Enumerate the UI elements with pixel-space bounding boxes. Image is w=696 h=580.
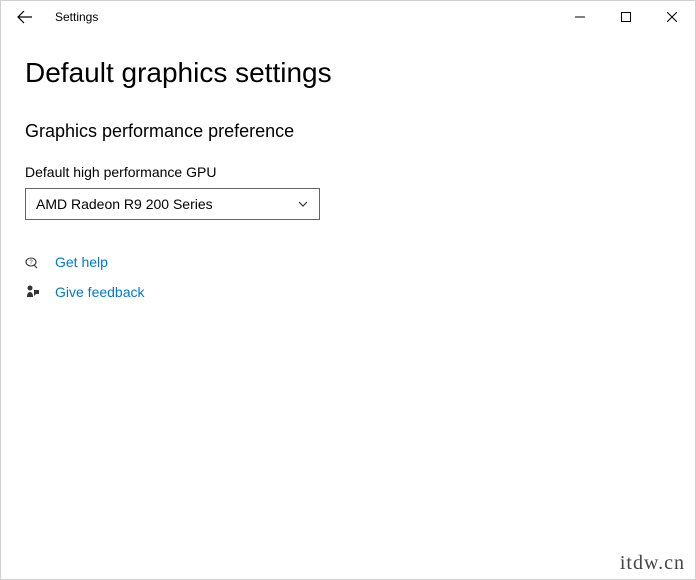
get-help-link[interactable]: Get help — [55, 254, 108, 270]
window-controls — [557, 1, 695, 33]
gpu-dropdown-value: AMD Radeon R9 200 Series — [36, 196, 297, 212]
titlebar: Settings — [1, 1, 695, 33]
close-button[interactable] — [649, 1, 695, 33]
give-feedback-link[interactable]: Give feedback — [55, 284, 145, 300]
app-title: Settings — [55, 10, 98, 24]
gpu-dropdown[interactable]: AMD Radeon R9 200 Series — [25, 188, 320, 220]
page-title: Default graphics settings — [25, 57, 671, 89]
close-icon — [667, 12, 677, 22]
maximize-icon — [621, 12, 631, 22]
minimize-button[interactable] — [557, 1, 603, 33]
get-help-row: ? Get help — [25, 254, 671, 270]
back-button[interactable] — [9, 1, 41, 33]
help-icon: ? — [25, 254, 41, 270]
feedback-icon — [25, 284, 41, 300]
section-title: Graphics performance preference — [25, 121, 671, 142]
gpu-field-label: Default high performance GPU — [25, 164, 671, 180]
watermark: itdw.cn — [620, 552, 685, 575]
back-arrow-icon — [17, 9, 33, 25]
svg-text:?: ? — [29, 260, 33, 266]
help-links-section: ? Get help Give feedback — [25, 254, 671, 300]
give-feedback-row: Give feedback — [25, 284, 671, 300]
maximize-button[interactable] — [603, 1, 649, 33]
content-area: Default graphics settings Graphics perfo… — [1, 33, 695, 330]
minimize-icon — [575, 12, 585, 22]
chevron-down-icon — [297, 198, 309, 210]
